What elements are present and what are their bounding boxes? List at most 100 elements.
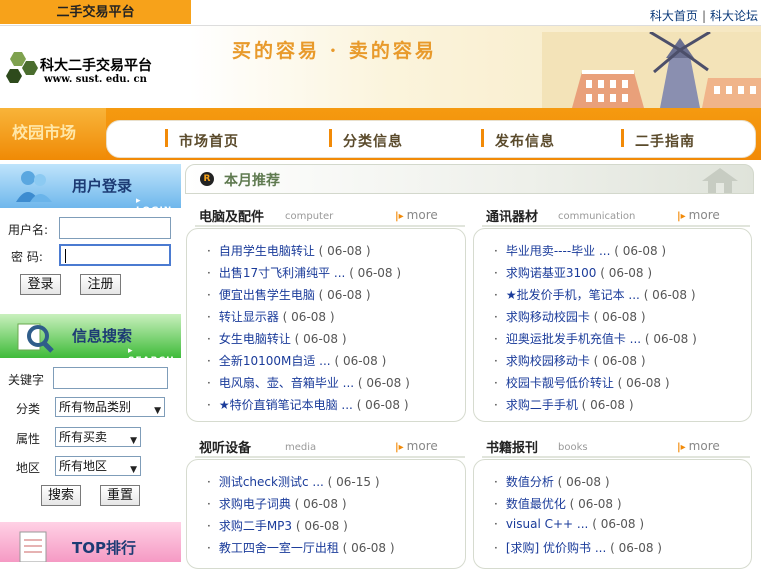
category-select[interactable]: 所有物品类别 ▼	[55, 397, 165, 417]
section-box-computer: · 自用学生电脑转让 ( 06-08 ) · 出售17寸飞利浦纯平 ... ( 06…	[186, 228, 466, 422]
list-item[interactable]: · 全新10100M自适 ... ( 06-08 )	[207, 352, 386, 369]
section-title: 通讯器材	[486, 210, 539, 225]
list-item[interactable]: · 教工四舍一室一厅出租 ( 06-08 )	[207, 539, 395, 556]
list-item[interactable]: · 转让显示器 ( 06-08 )	[207, 308, 335, 325]
section-underline	[482, 456, 750, 458]
section-header-books: 书籍报刊 books |▸ more	[472, 432, 754, 458]
username-label: 用户名:	[8, 223, 49, 237]
list-item[interactable]: · 测试check测试c ... ( 06-15 )	[207, 473, 380, 490]
nav-item-market-home[interactable]: 市场首页	[179, 131, 239, 151]
list-item[interactable]: · 毕业甩卖----毕业 ... ( 06-08 )	[494, 242, 666, 259]
logo-area[interactable]: 科大二手交易平台 www. sust. edu. cn	[0, 26, 190, 108]
section-title: 书籍报刊	[486, 441, 539, 456]
nav-divider-icon	[621, 129, 624, 147]
nav-divider-icon	[165, 129, 168, 147]
main-content: R 本月推荐 电脑及配件 computer |▸ more · 自用学生电脑转让 (…	[185, 164, 761, 569]
keyword-label: 关键字	[8, 373, 45, 387]
section-subtitle: media	[285, 442, 317, 453]
chevron-right-icon: |▸	[677, 211, 686, 222]
top-ranking-header: TOP排行	[0, 522, 181, 562]
nav-campus-label: 校园市场	[12, 123, 77, 142]
section-title: 视听设备	[199, 441, 252, 456]
list-item[interactable]: · 求购二手手机 ( 06-08 )	[494, 396, 634, 413]
nav-item-post[interactable]: 发布信息	[495, 131, 555, 151]
windmill-building-illustration	[542, 32, 761, 108]
list-item[interactable]: · visual C++ ... ( 06-08 )	[494, 517, 644, 531]
category-select-value: 所有物品类别	[59, 400, 132, 414]
list-item[interactable]: · 求购移动校园卡 ( 06-08 )	[494, 308, 646, 325]
type-label: 属性	[16, 432, 41, 446]
list-item[interactable]: · ★特价直销笔记本电脑 ... ( 06-08 )	[207, 396, 409, 413]
section-box-communication: · 毕业甩卖----毕业 ... ( 06-08 ) · 求购诺基亚3100 ( 0…	[473, 228, 752, 422]
recommend-title: 本月推荐	[224, 173, 280, 189]
nav-bar: 校园市场 市场首页 分类信息 发布信息 二手指南	[0, 108, 761, 160]
more-link[interactable]: |▸ more	[395, 439, 438, 453]
chevron-right-icon: |▸	[395, 442, 404, 453]
list-item[interactable]: · 迎奥运批发手机充值卡 ... ( 06-08 )	[494, 330, 697, 347]
region-select-value: 所有地区	[59, 459, 108, 473]
list-item[interactable]: · 求购电子词典 ( 06-08 )	[207, 495, 347, 512]
section-header-communication: 通讯器材 communication |▸ more	[472, 201, 754, 227]
chevron-down-icon: ▼	[154, 406, 161, 416]
register-button[interactable]: 注册	[80, 274, 121, 295]
section-underline	[195, 225, 465, 227]
chevron-right-icon: |▸	[395, 211, 404, 222]
list-item[interactable]: · [求购] 优价购书 ... ( 06-08 )	[494, 539, 662, 556]
chevron-down-icon: ▼	[130, 465, 137, 475]
nav-item-guide[interactable]: 二手指南	[635, 131, 695, 151]
nav-menu: 市场首页 分类信息 发布信息 二手指南	[106, 120, 756, 158]
category-label: 分类	[16, 402, 41, 416]
password-label: 密 码:	[11, 250, 43, 264]
recommend-badge-icon: R	[200, 172, 214, 186]
recommend-bar: R 本月推荐	[185, 164, 754, 194]
nav-campus-block: 校园市场	[0, 108, 106, 160]
banner: 科大二手交易平台 www. sust. edu. cn 买的容易 · 卖的容易	[0, 26, 761, 108]
password-input[interactable]	[59, 244, 171, 266]
list-item[interactable]: · 数值最优化 ( 06-08 )	[494, 495, 622, 512]
section-subtitle: books	[558, 442, 588, 453]
slogan-area: 买的容易 · 卖的容易	[190, 26, 761, 108]
nav-divider-icon	[329, 129, 332, 147]
more-link[interactable]: |▸ more	[677, 439, 720, 453]
list-item[interactable]: · 校园卡靓号低价转让 ( 06-08 )	[494, 374, 670, 391]
type-select[interactable]: 所有买卖 ▼	[55, 427, 141, 447]
list-item[interactable]: · 电风扇、壶、音箱毕业 ... ( 06-08 )	[207, 374, 410, 391]
section-header-media: 视听设备 media |▸ more	[185, 432, 469, 458]
section-subtitle: computer	[285, 211, 334, 222]
login-title: 用户登录	[72, 177, 133, 195]
top-links: 科大首页 | 科大论坛	[650, 7, 758, 24]
list-item[interactable]: · 求购校园移动卡 ( 06-08 )	[494, 352, 646, 369]
list-item[interactable]: · 便宜出售学生电脑 ( 06-08 )	[207, 286, 371, 303]
section-box-media: · 测试check测试c ... ( 06-15 ) · 求购电子词典 ( 06-0…	[186, 459, 466, 569]
keyword-input[interactable]	[53, 367, 168, 389]
logo-title: 科大二手交易平台	[40, 58, 152, 74]
list-item[interactable]: · 求购诺基亚3100 ( 06-08 )	[494, 264, 652, 281]
list-item[interactable]: · 自用学生电脑转让 ( 06-08 )	[207, 242, 371, 259]
list-item[interactable]: · 求购二手MP3 ( 06-08 )	[207, 517, 348, 534]
region-label: 地区	[16, 461, 41, 475]
list-item[interactable]: · 出售17寸飞利浦纯平 ... ( 06-08 )	[207, 264, 401, 281]
nav-item-category[interactable]: 分类信息	[343, 131, 403, 151]
top-bar: 二手交易平台 科大首页 | 科大论坛	[0, 0, 761, 26]
home-icon	[702, 168, 738, 193]
sidebar: 用户登录 ▸ LOGIN 用户名: 密 码: 登录 注册 信息搜索 ▸ SEAR…	[0, 164, 181, 562]
link-school-home[interactable]: 科大首页	[650, 9, 698, 23]
list-item[interactable]: · 数值分析 ( 06-08 )	[494, 473, 610, 490]
nav-divider-icon	[481, 129, 484, 147]
search-button[interactable]: 搜索	[41, 485, 81, 506]
more-link[interactable]: |▸ more	[395, 208, 438, 222]
chevron-right-icon: |▸	[677, 442, 686, 453]
search-header: 信息搜索 ▸ SEARCH	[0, 314, 181, 366]
list-item[interactable]: · 女生电脑转让 ( 06-08 )	[207, 330, 347, 347]
more-link[interactable]: |▸ more	[677, 208, 720, 222]
list-item[interactable]: · ★批发价手机，笔记本 ... ( 06-08 )	[494, 286, 696, 303]
search-title: 信息搜索	[72, 327, 133, 345]
login-button[interactable]: 登录	[20, 274, 61, 295]
link-school-forum[interactable]: 科大论坛	[710, 9, 758, 23]
search-subtitle: ▸ SEARCH	[128, 346, 175, 366]
section-subtitle: communication	[558, 211, 636, 222]
logo-url: www. sust. edu. cn	[44, 74, 147, 85]
username-input[interactable]	[59, 217, 171, 239]
region-select[interactable]: 所有地区 ▼	[55, 456, 141, 476]
reset-button[interactable]: 重置	[100, 485, 140, 506]
